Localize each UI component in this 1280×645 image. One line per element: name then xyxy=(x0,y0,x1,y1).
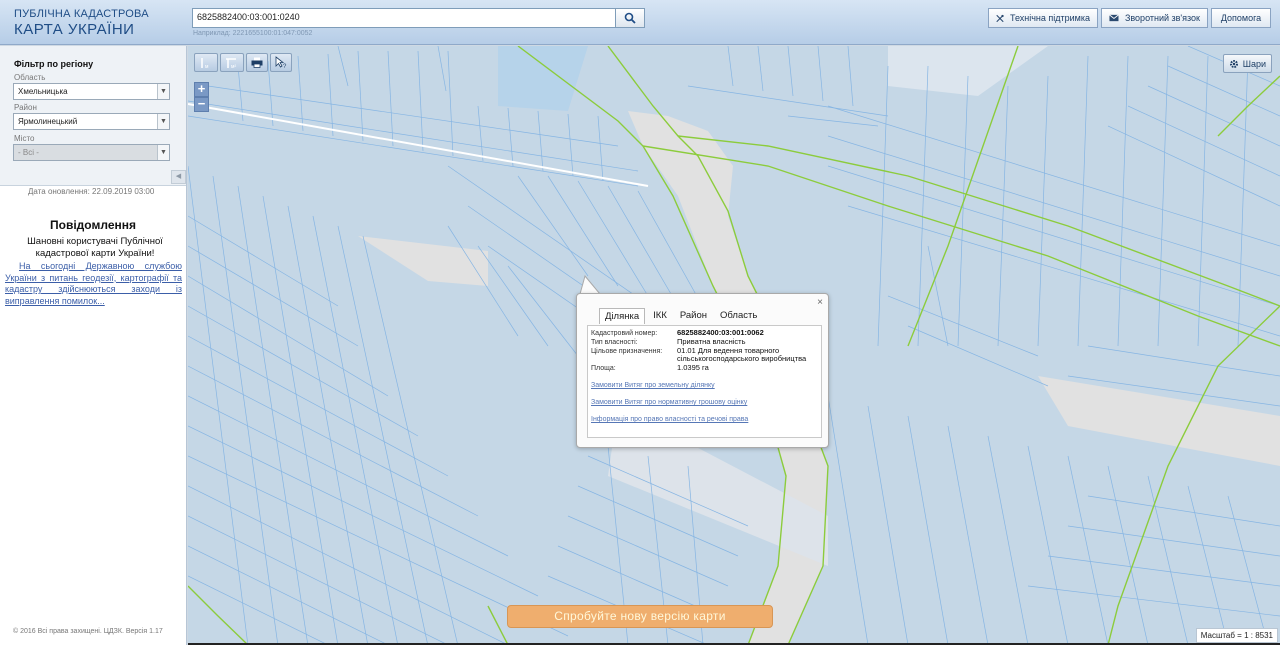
app-window: ПУБЛІЧНА КАДАСТРОВА КАРТА УКРАЇНИ 682588… xyxy=(0,0,1280,645)
close-icon[interactable]: × xyxy=(817,297,823,308)
layers-label: Шари xyxy=(1242,58,1266,69)
cadastral-map[interactable]: м м² ? + − Шари × Ділянка ІКК Район Обла… xyxy=(188,46,1280,645)
oblast-label: Область xyxy=(14,73,46,82)
parcel-info-popup: × Ділянка ІКК Район Область Кадастровий … xyxy=(576,293,829,448)
field-label: Цільове призначення: xyxy=(591,348,663,355)
logo-line2: КАРТА УКРАЇНИ xyxy=(14,21,135,38)
support-button[interactable]: Технічна підтримка xyxy=(988,8,1098,28)
search-button[interactable] xyxy=(615,8,645,28)
oblast-select[interactable]: Хмельницька ▼ xyxy=(13,83,170,100)
new-version-button[interactable]: Спробуйте нову версію карти xyxy=(507,605,773,628)
tab-rayon[interactable]: Район xyxy=(675,308,712,324)
ruler-icon: м xyxy=(201,57,209,69)
rayon-label: Район xyxy=(14,103,37,112)
ownership-value: Приватна власність xyxy=(677,337,746,346)
order-valuation-extract-link[interactable]: Замовити Витяг про нормативну грошову оц… xyxy=(591,399,747,406)
search-icon xyxy=(624,12,636,24)
region-filter-panel: Фільтр по регіону Область Хмельницька ▼ … xyxy=(0,46,186,186)
misto-label: Місто xyxy=(14,134,35,143)
tab-ikk[interactable]: ІКК xyxy=(648,308,672,324)
purpose-value: 01.01 Для ведення товарного сільськогосп… xyxy=(677,346,807,363)
zoom-out-button[interactable]: − xyxy=(194,97,209,112)
notice-link[interactable]: На сьогодні Державною службою України з … xyxy=(5,261,182,307)
collapse-sidebar-button[interactable]: ◀ xyxy=(171,170,186,184)
envelope-icon xyxy=(1109,14,1119,22)
cursor-question-icon: ? xyxy=(275,56,287,69)
svg-text:?: ? xyxy=(283,64,287,69)
notice-greeting: Шановні користувачі Публічної кадастрово… xyxy=(27,236,163,259)
header-bar: ПУБЛІЧНА КАДАСТРОВА КАРТА УКРАЇНИ 682588… xyxy=(0,0,1280,45)
print-button[interactable] xyxy=(246,53,268,72)
feedback-label: Зворотний зв'язок xyxy=(1124,13,1200,23)
copyright: © 2016 Всі права захищені. ЦДЗК. Версія … xyxy=(13,628,163,635)
svg-text:м²: м² xyxy=(231,64,236,69)
misto-value: - Всі - xyxy=(18,148,39,157)
tools-icon xyxy=(996,14,1004,22)
rayon-select[interactable]: Ярмолинецький ▼ xyxy=(13,113,170,130)
logo-line1: ПУБЛІЧНА КАДАСТРОВА xyxy=(14,8,149,20)
zoom-in-button[interactable]: + xyxy=(194,82,209,97)
search-hint: Наприклад: 2221655100:01:047:0052 xyxy=(193,30,313,37)
update-date: Дата оновлення: 22.09.2019 03:00 xyxy=(28,187,155,196)
rayon-value: Ярмолинецький xyxy=(18,117,78,126)
scale-indicator: Масштаб = 1 : 8531 xyxy=(1195,628,1278,643)
tab-parcel[interactable]: Ділянка xyxy=(599,308,646,324)
help-label: Допомога xyxy=(1220,13,1262,23)
order-parcel-extract-link[interactable]: Замовити Витяг про земельну ділянку xyxy=(591,382,715,389)
tab-oblast[interactable]: Область xyxy=(715,308,762,324)
layers-button[interactable]: Шари xyxy=(1222,54,1272,73)
cadastral-search-input[interactable]: 6825882400:03:001:0240 xyxy=(192,8,616,28)
help-button[interactable]: Допомога xyxy=(1211,8,1271,28)
feedback-button[interactable]: Зворотний зв'язок xyxy=(1101,8,1208,28)
area-icon: м² xyxy=(226,57,236,69)
identify-button[interactable]: ? xyxy=(270,53,292,72)
sidebar: Фільтр по регіону Область Хмельницька ▼ … xyxy=(0,46,187,645)
gear-icon xyxy=(1229,59,1238,68)
misto-select[interactable]: - Всі - ▼ xyxy=(13,144,170,161)
popup-body: Кадастровий номер: 6825882400:03:001:006… xyxy=(587,325,822,438)
measure-area-button[interactable]: м² xyxy=(220,53,244,72)
ownership-info-link[interactable]: Інформація про право власності та речові… xyxy=(591,416,748,423)
chevron-down-icon: ▼ xyxy=(157,114,169,129)
notice-title: Повідомлення xyxy=(50,218,136,232)
popup-tabs: Ділянка ІКК Район Область xyxy=(599,308,762,324)
area-value: 1.0395 га xyxy=(677,363,709,372)
field-label: Кадастровий номер: xyxy=(591,330,658,337)
site-logo[interactable]: ПУБЛІЧНА КАДАСТРОВА КАРТА УКРАЇНИ xyxy=(14,8,149,38)
oblast-value: Хмельницька xyxy=(18,87,68,96)
support-label: Технічна підтримка xyxy=(1009,13,1090,23)
filter-title: Фільтр по регіону xyxy=(14,59,94,69)
cadastral-number-value: 6825882400:03:001:0062 xyxy=(677,328,764,337)
field-label: Тип власності: xyxy=(591,339,638,346)
chevron-down-icon: ▼ xyxy=(157,84,169,99)
field-label: Площа: xyxy=(591,365,616,372)
printer-icon xyxy=(251,57,263,68)
svg-text:м: м xyxy=(205,64,209,69)
measure-distance-button[interactable]: м xyxy=(194,53,218,72)
chevron-down-icon: ▼ xyxy=(157,145,169,160)
